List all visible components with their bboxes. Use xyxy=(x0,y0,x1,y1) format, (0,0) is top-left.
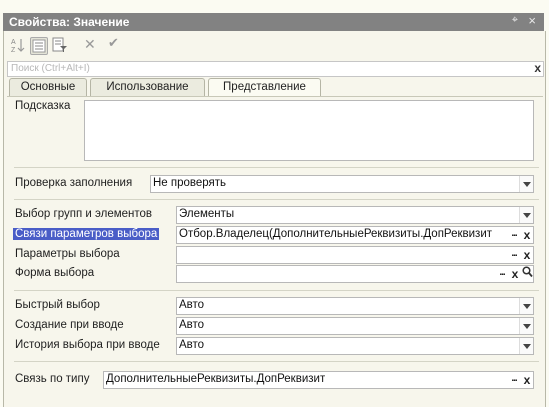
chevron-down-icon[interactable] xyxy=(519,298,533,314)
groups-value: Элементы xyxy=(179,208,235,220)
links-field[interactable]: Отбор.Владелец(ДополнительныеРеквизиты.Д… xyxy=(176,226,534,244)
properties-panel: AZ ✕ ✔ Поиск (Ctrl+Alt+I) x Основные Исп… xyxy=(3,31,546,407)
clear-icon[interactable]: x xyxy=(509,266,521,282)
pin-icon[interactable]: ⌖ xyxy=(512,14,518,27)
type-link-field[interactable]: ДополнительныеРеквизиты.ДопРеквизит ... … xyxy=(103,371,534,389)
checkmark-icon[interactable]: ✔ xyxy=(108,35,124,51)
search-placeholder: Поиск (Ctrl+Alt+I) xyxy=(11,63,90,74)
chevron-down-icon[interactable] xyxy=(519,207,533,223)
hint-label: Подсказка xyxy=(15,100,71,112)
history-value: Авто xyxy=(179,339,205,351)
divider xyxy=(14,199,539,200)
choose-button[interactable]: ... xyxy=(508,372,520,388)
tab-usage[interactable]: Использование xyxy=(90,78,205,96)
form-choice-field[interactable]: ... x xyxy=(176,265,534,283)
svg-text:Z: Z xyxy=(11,47,16,53)
tab-presentation[interactable]: Представление xyxy=(208,78,321,97)
divider xyxy=(14,361,539,362)
hint-field[interactable] xyxy=(84,100,534,161)
chevron-down-icon[interactable] xyxy=(519,318,533,334)
quick-choice-select[interactable]: Авто xyxy=(176,297,534,315)
clear-icon[interactable]: x xyxy=(521,227,533,243)
close-icon[interactable]: × xyxy=(528,13,536,28)
quick-choice-value: Авто xyxy=(179,299,205,311)
divider xyxy=(14,167,539,168)
links-label: Связи параметров выбора xyxy=(13,228,160,240)
fill-check-value: Не проверять xyxy=(153,177,227,189)
type-link-value: ДополнительныеРеквизиты.ДопРеквизит xyxy=(106,373,326,385)
create-on-input-label: Создание при вводе xyxy=(15,319,124,331)
categories-icon[interactable] xyxy=(30,37,48,55)
tab-content: Подсказка Проверка заполнения Не проверя… xyxy=(7,96,543,407)
params-field[interactable]: ... x xyxy=(176,246,534,264)
window-titlebar: Свойства: Значение ⌖ × xyxy=(3,13,544,31)
groups-select[interactable]: Элементы xyxy=(176,206,534,224)
history-select[interactable]: Авто xyxy=(176,337,534,355)
search-clear-icon[interactable]: x xyxy=(534,61,541,75)
divider xyxy=(14,290,539,291)
create-on-input-value: Авто xyxy=(179,319,205,331)
clear-icon[interactable]: x xyxy=(521,372,533,388)
delete-icon[interactable]: ✕ xyxy=(84,36,100,52)
choose-button[interactable]: ... xyxy=(508,247,520,263)
sort-icon[interactable]: AZ xyxy=(10,37,26,54)
groups-label: Выбор групп и элементов xyxy=(15,208,153,220)
links-value: Отбор.Владелец(ДополнительныеРеквизиты.Д… xyxy=(179,228,493,240)
filter-icon[interactable] xyxy=(52,37,68,53)
type-link-label: Связь по типу xyxy=(15,373,90,385)
fill-check-label: Проверка заполнения xyxy=(15,177,133,189)
tab-main[interactable]: Основные xyxy=(9,78,87,96)
params-label: Параметры выбора xyxy=(15,248,120,260)
choose-button[interactable]: ... xyxy=(508,227,520,243)
choose-button[interactable]: ... xyxy=(496,266,508,282)
svg-text:A: A xyxy=(11,39,16,46)
form-choice-label: Форма выбора xyxy=(15,267,95,279)
fill-check-select[interactable]: Не проверять xyxy=(150,175,534,193)
chevron-down-icon[interactable] xyxy=(519,338,533,354)
search-input[interactable]: Поиск (Ctrl+Alt+I) x xyxy=(7,61,544,77)
history-label: История выбора при вводе xyxy=(15,339,160,351)
window-title: Свойства: Значение xyxy=(9,15,130,29)
magnifier-icon[interactable] xyxy=(521,266,533,282)
chevron-down-icon[interactable] xyxy=(519,176,533,192)
clear-icon[interactable]: x xyxy=(521,247,533,263)
create-on-input-select[interactable]: Авто xyxy=(176,317,534,335)
quick-choice-label: Быстрый выбор xyxy=(15,299,100,311)
